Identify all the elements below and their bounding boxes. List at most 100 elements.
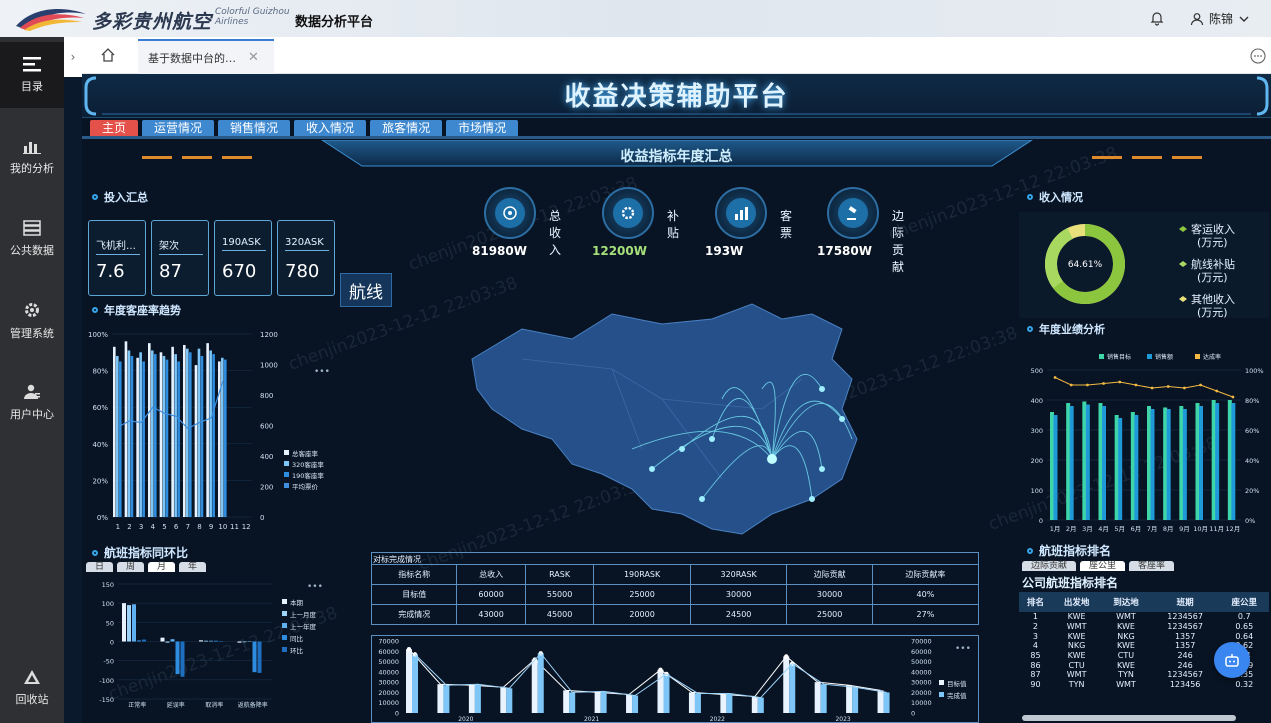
- nav-tab-market[interactable]: 市场情况: [446, 120, 519, 136]
- flight-yoy-period-tabs: 日 周 月 年: [86, 562, 207, 572]
- table-cell: 86: [1030, 660, 1041, 670]
- bar-目标值: [783, 656, 790, 713]
- y-tick-label: -50: [103, 658, 114, 666]
- income-title: 收入情况: [1027, 189, 1083, 205]
- indicator-ring: [602, 187, 654, 239]
- sidebar-toggle-button[interactable]: ›: [64, 37, 82, 77]
- donut-center-label: 64.61%: [1068, 260, 1103, 270]
- table-cell: 30000: [689, 584, 788, 605]
- x-tick-label: 1月: [1050, 525, 1061, 533]
- bar-total: [136, 357, 139, 517]
- x-tick-label: 3: [139, 523, 143, 531]
- ranking-tab-load-factor[interactable]: 客座率: [1129, 561, 1175, 571]
- bar-销售目标: [1114, 415, 1119, 520]
- legend-swatch: [1147, 354, 1152, 359]
- indicator-core: [838, 198, 868, 228]
- legend-swatch: [284, 450, 289, 455]
- legend-label: 同比: [290, 634, 304, 643]
- bell-icon[interactable]: [1149, 10, 1165, 26]
- y2-tick-label: 1200: [260, 331, 278, 339]
- table-row: 目标值 60000 55000 25000 30000 30000 40%: [370, 584, 980, 605]
- legend-swatch: [284, 472, 289, 477]
- bar-total: [171, 346, 174, 517]
- nav-tab-sales[interactable]: 销售情况: [218, 120, 291, 136]
- kpi-value: 87: [159, 261, 182, 282]
- bar-销售目标: [1098, 403, 1103, 520]
- table-cell: 40%: [871, 584, 980, 605]
- income-title-text: 收入情况: [1039, 191, 1083, 204]
- sidebar-item-catalog[interactable]: 目录: [0, 42, 64, 108]
- bar-上一月度: [127, 605, 131, 642]
- x-tick-label: 延误率: [167, 701, 185, 709]
- bar-销售额: [1069, 406, 1074, 520]
- annual-title: 年度业绩分析: [1027, 321, 1105, 337]
- gear-icon: [621, 206, 635, 220]
- tab-page[interactable]: 基于数据中台的… ✕: [138, 39, 274, 74]
- table-cell: CTU: [1117, 651, 1135, 661]
- sidebar-item-admin[interactable]: 管理系统: [0, 288, 64, 354]
- nav-tab-income[interactable]: 收入情况: [294, 120, 367, 136]
- sidebar-item-user-center[interactable]: 用户中心: [0, 370, 64, 436]
- legend-label: 总客座率: [292, 449, 319, 458]
- table-cell: 90: [1030, 680, 1041, 690]
- user-menu[interactable]: 陈锦: [1190, 10, 1250, 27]
- y2-tick-label: 60000: [911, 648, 932, 656]
- bar-320: [162, 355, 166, 517]
- bar-销售目标: [1227, 400, 1232, 520]
- table-cell: NKG: [1067, 641, 1086, 651]
- table-header: 边际贡献: [786, 564, 873, 585]
- y-tick-label: 40000: [378, 668, 399, 676]
- ranking-scrollbar[interactable]: [1022, 715, 1236, 721]
- period-tab-day[interactable]: 日: [86, 562, 114, 572]
- route-map[interactable]: [462, 299, 982, 549]
- bar-320: [116, 355, 119, 517]
- kpi-label: 飞机利…: [96, 237, 140, 255]
- table-row: 完成情况 43000 45000 20000 24500 25000 27%: [370, 604, 980, 625]
- close-icon[interactable]: ✕: [248, 50, 259, 65]
- y-tick-label: 200: [1031, 457, 1043, 465]
- x-tick-label: 1: [116, 523, 120, 531]
- kpi-card-190ask: 190ASK 670: [214, 220, 272, 296]
- period-tab-month[interactable]: 月: [148, 562, 176, 572]
- y-tick-label: 10000: [378, 699, 399, 707]
- bar-320: [174, 354, 177, 517]
- table-cell: 25000: [786, 604, 873, 625]
- ranking-tab-seat-km[interactable]: 座公里: [1080, 561, 1126, 571]
- load-trend-title: 年度客座率趋势: [92, 302, 181, 318]
- table-cell: 完成情况: [370, 604, 458, 625]
- top-bar: 多彩贵州航空 Colorful Guizhou Airlines 数据分析平台 陈…: [0, 0, 1271, 37]
- title-dot-icon: [1027, 194, 1033, 200]
- home-icon[interactable]: [100, 47, 116, 63]
- nav-tab-passengers[interactable]: 旅客情况: [370, 120, 443, 136]
- tab-label: 基于数据中台的…: [148, 51, 236, 65]
- table-cell: 3: [1032, 631, 1038, 641]
- dashboard-nav: 主页 运营情况 销售情况 收入情况 旅客情况 市场情况: [90, 120, 519, 136]
- kpi-label: 架次: [159, 237, 203, 255]
- sidebar-item-recycle-bin[interactable]: 回收站: [0, 655, 64, 721]
- y-tick-label: 80%: [92, 368, 108, 376]
- table-cell: 43000: [456, 604, 526, 625]
- more-options-icon[interactable]: [1250, 48, 1266, 64]
- period-tab-year[interactable]: 年: [179, 562, 207, 572]
- ranking-tab-margin[interactable]: 边际贡献: [1022, 561, 1077, 571]
- more-icon: •••: [955, 644, 971, 654]
- y-tick-label: 20%: [92, 477, 108, 485]
- x-tick-label: 8: [197, 523, 201, 531]
- nav-tab-operations[interactable]: 运营情况: [142, 120, 215, 136]
- table-header-row: 排名 出发地 到达地 班期 座公里: [1019, 592, 1269, 612]
- bar-销售额: [1231, 403, 1236, 520]
- table-header: 指标名称: [370, 564, 458, 585]
- period-tab-week[interactable]: 周: [117, 562, 145, 572]
- table-header: 班期: [1150, 592, 1220, 612]
- nav-tab-home[interactable]: 主页: [90, 120, 139, 136]
- y-tick-label: 150: [102, 581, 114, 589]
- sidebar-item-public-data[interactable]: 公共数据: [0, 206, 64, 272]
- table-cell: 27%: [871, 604, 980, 625]
- sidebar: 目录 我的分析 公共数据 管理系统 用户中心 回收站: [0, 37, 64, 723]
- legend-swatch: [282, 599, 287, 604]
- sidebar-item-my-analysis[interactable]: 我的分析: [0, 124, 64, 190]
- legend-swatch: [282, 623, 287, 628]
- bar-190: [177, 361, 180, 517]
- x-tick-label: 9: [209, 523, 213, 531]
- assistant-float-button[interactable]: [1214, 642, 1250, 678]
